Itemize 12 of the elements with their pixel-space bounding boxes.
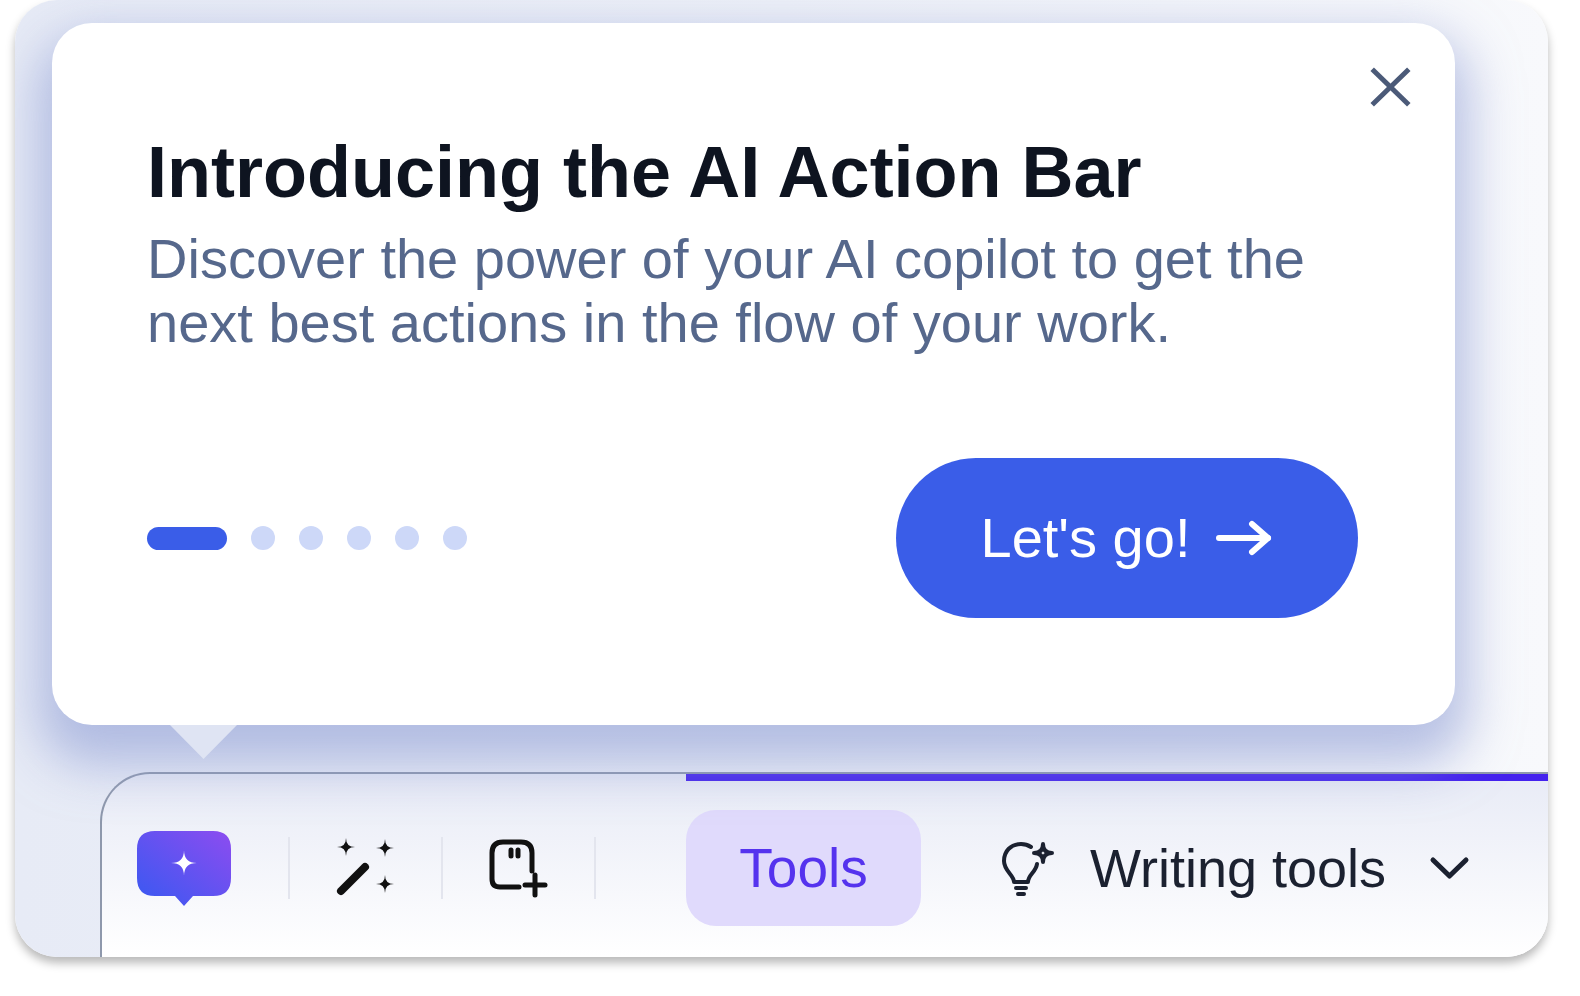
lightbulb-sparkle-icon: [1000, 839, 1055, 897]
lets-go-button[interactable]: Let's go!: [896, 458, 1358, 618]
chat-sparkle-icon[interactable]: [137, 830, 231, 906]
chevron-down-icon: [1429, 855, 1471, 881]
dropdown-button[interactable]: Writing tools: [1000, 810, 1471, 926]
active-page-indicator[interactable]: [147, 526, 227, 550]
note-add-icon[interactable]: [487, 838, 549, 898]
popover-title: Introducing the AI Action Bar: [147, 131, 1142, 214]
close-icon[interactable]: [1370, 67, 1411, 107]
popover-description: Discover the power of your AI copilot to get the next best actions in the flow of your work.: [147, 227, 1306, 355]
popover-pointer: [170, 725, 237, 759]
toolbar-tab[interactable]: Tools: [686, 810, 921, 926]
